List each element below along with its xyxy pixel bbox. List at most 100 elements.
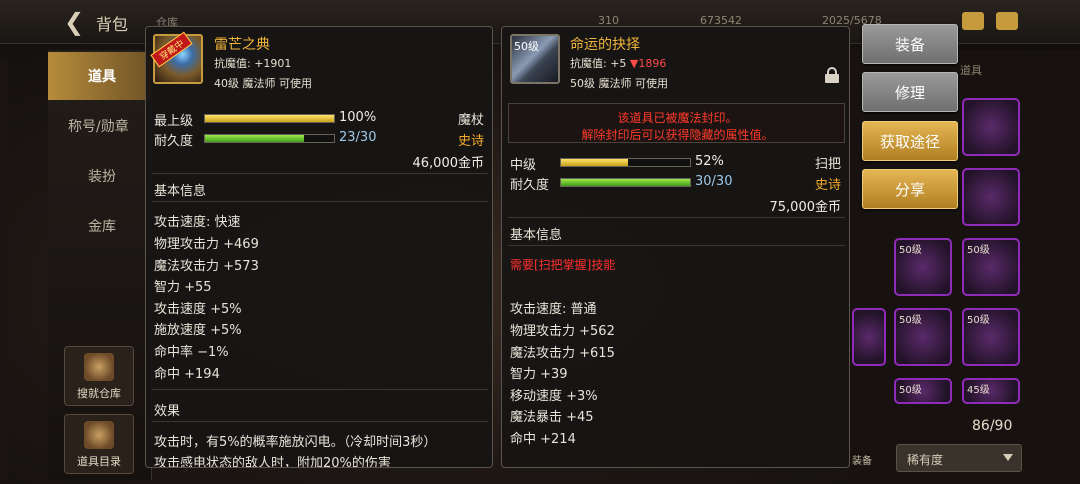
grade-percent: 52% bbox=[695, 154, 724, 169]
search-storage-label: 搜就仓库 bbox=[77, 387, 121, 400]
stat-line: 魔法攻击力 +573 bbox=[154, 259, 259, 274]
stat-line: 物理攻击力 +562 bbox=[510, 324, 615, 339]
grade-label: 最上级 bbox=[154, 114, 194, 129]
equip-filter-label[interactable]: 装备 bbox=[852, 452, 872, 467]
stat-line: 魔法暴击 +45 bbox=[510, 410, 594, 425]
effect-line: 攻击感电状态的敌人时，附加20%的伤害 bbox=[154, 456, 391, 468]
stat-line: 攻击速度: 快速 bbox=[154, 215, 241, 230]
stat-line: 智力 +55 bbox=[154, 280, 212, 295]
item-catalog-button[interactable]: 道具目录 bbox=[64, 414, 134, 474]
broom-item-icon: 50级 bbox=[510, 34, 560, 84]
durability-bar bbox=[204, 134, 335, 143]
equipped-ribbon: 穿戴中 bbox=[150, 31, 193, 68]
grade-bar-fill bbox=[561, 159, 629, 166]
repair-button[interactable]: 修理 bbox=[862, 72, 958, 112]
durability-bar-fill bbox=[561, 179, 690, 186]
equip-button[interactable]: 装备 bbox=[862, 24, 958, 64]
chat-icon[interactable] bbox=[996, 12, 1018, 30]
nav-item-avatar[interactable]: 装扮 bbox=[48, 152, 152, 200]
catalog-icon bbox=[84, 421, 114, 449]
section-effect: 效果 bbox=[154, 404, 181, 419]
price: 75,000金币 bbox=[769, 200, 842, 215]
grade-bar bbox=[560, 158, 691, 167]
left-edge bbox=[0, 60, 8, 480]
divider bbox=[508, 217, 845, 218]
inventory-slot[interactable]: 50级 bbox=[894, 238, 952, 296]
price: 46,000金币 bbox=[412, 156, 485, 171]
durability-label: 耐久度 bbox=[510, 178, 550, 193]
grade-percent: 100% bbox=[339, 110, 377, 125]
nav-item-vault[interactable]: 金库 bbox=[48, 202, 152, 250]
rarity: 史诗 bbox=[814, 178, 841, 193]
nav-item-titles[interactable]: 称号/勋章 bbox=[48, 102, 152, 150]
section-basic-info: 基本信息 bbox=[510, 228, 563, 243]
stat-line: 魔法攻击力 +615 bbox=[510, 346, 615, 361]
inventory-count: 86/90 bbox=[972, 418, 1013, 434]
stat-line: 施放速度 +5% bbox=[154, 323, 242, 338]
stat-line: 攻击速度 +5% bbox=[154, 302, 242, 317]
durability-bar-fill bbox=[205, 135, 304, 142]
item-type: 魔杖 bbox=[457, 113, 484, 128]
lock-icon[interactable] bbox=[825, 67, 839, 83]
durability-value: 30/30 bbox=[695, 174, 733, 189]
item-catalog-label: 道具目录 bbox=[77, 455, 121, 468]
skill-requirement: 需要[扫把掌握]技能 bbox=[510, 258, 616, 272]
mail-icon[interactable] bbox=[962, 12, 984, 30]
durability-bar bbox=[560, 178, 691, 187]
grade-bar-fill bbox=[205, 115, 334, 122]
stat-line: 命中 +214 bbox=[510, 432, 576, 447]
stat-line: 智力 +39 bbox=[510, 367, 568, 382]
seal-line-1: 该道具已被魔法封印。 bbox=[617, 111, 738, 125]
stat-line: 移动速度 +3% bbox=[510, 389, 598, 404]
grade-bar bbox=[204, 114, 335, 123]
storage-icon bbox=[84, 353, 114, 381]
item-tooltip-selected: 50级 命运的抉择 抗魔值: +5 ▼1896 50级 魔法师 可使用 该道具已… bbox=[501, 26, 850, 468]
sort-select-value: 稀有度 bbox=[907, 453, 944, 467]
inventory-slot[interactable] bbox=[852, 308, 886, 366]
item-type: 扫把 bbox=[814, 157, 841, 172]
divider bbox=[152, 389, 488, 390]
seal-line-2: 解除封印后可以获得隐藏的属性值。 bbox=[581, 128, 774, 142]
item-name: 命运的抉择 bbox=[570, 37, 640, 53]
effect-line: 攻击时，有5%的概率施放闪电。（冷却时间3秒） bbox=[154, 435, 437, 450]
divider bbox=[152, 421, 488, 422]
inventory-slot[interactable]: 50级 bbox=[894, 378, 952, 404]
inventory-slot[interactable] bbox=[962, 98, 1020, 156]
durability-label: 耐久度 bbox=[154, 134, 194, 149]
item-level-tag: 50级 bbox=[514, 40, 539, 53]
item-tooltip-equipped: 穿戴中 雷芒之典 抗魔值: +1901 40级 魔法师 可使用 最上级 100%… bbox=[145, 26, 493, 468]
divider bbox=[508, 245, 845, 246]
inventory-tab[interactable]: 道具 bbox=[960, 62, 982, 78]
magic-resist: 抗魔值: +1901 bbox=[214, 57, 292, 70]
page-title: 背包 bbox=[96, 15, 129, 34]
nav-item-items[interactable]: 道具 bbox=[48, 52, 152, 100]
stat-line: 攻击速度: 普通 bbox=[510, 302, 597, 317]
grade-label: 中级 bbox=[510, 158, 537, 173]
staff-item-icon: 穿戴中 bbox=[150, 31, 203, 84]
section-basic-info: 基本信息 bbox=[154, 184, 207, 199]
inventory-slot[interactable]: 50级 bbox=[962, 308, 1020, 366]
rarity: 史诗 bbox=[457, 134, 484, 149]
search-storage-button[interactable]: 搜就仓库 bbox=[64, 346, 134, 406]
requirement: 40级 魔法师 可使用 bbox=[214, 77, 312, 90]
stat-line: 命中 +194 bbox=[154, 367, 220, 382]
inventory-slot[interactable]: 45级 bbox=[962, 378, 1020, 404]
share-button[interactable]: 分享 bbox=[862, 169, 958, 209]
inventory-slot[interactable]: 50级 bbox=[894, 308, 952, 366]
stat-line: 物理攻击力 +469 bbox=[154, 237, 259, 252]
inventory-slot[interactable]: 50级 bbox=[962, 238, 1020, 296]
chevron-down-icon bbox=[1003, 454, 1013, 461]
back-arrow-icon[interactable]: ❮ bbox=[64, 8, 84, 36]
divider bbox=[152, 201, 488, 202]
stat-line: 命中率 −1% bbox=[154, 345, 229, 360]
resist-decrease: ▼1896 bbox=[629, 57, 667, 70]
divider bbox=[152, 173, 488, 174]
seal-notice: 该道具已被魔法封印。 解除封印后可以获得隐藏的属性值。 bbox=[508, 103, 845, 143]
magic-resist: 抗魔值: +5 ▼1896 bbox=[570, 57, 667, 70]
acquire-route-button[interactable]: 获取途径 bbox=[862, 121, 958, 161]
requirement: 50级 魔法师 可使用 bbox=[570, 77, 668, 90]
sort-select[interactable]: 稀有度 bbox=[896, 444, 1022, 472]
item-name: 雷芒之典 bbox=[214, 37, 270, 53]
inventory-slot[interactable] bbox=[962, 168, 1020, 226]
durability-value: 23/30 bbox=[339, 130, 377, 145]
